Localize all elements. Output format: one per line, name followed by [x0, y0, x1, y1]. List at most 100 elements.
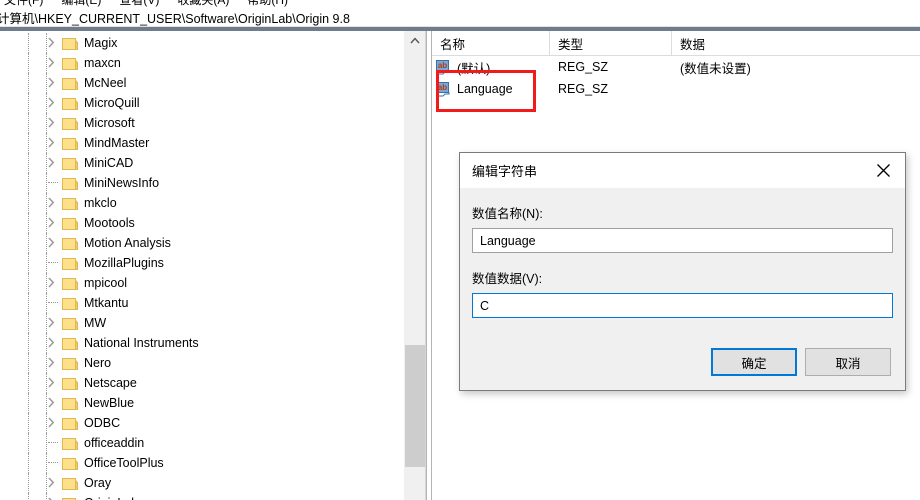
value-name-cell[interactable]: ab Language	[436, 78, 566, 100]
close-icon[interactable]	[861, 153, 905, 188]
tree-item[interactable]: ODBC	[0, 413, 404, 433]
tree-item[interactable]: MicroQuill	[0, 93, 404, 113]
tree-item[interactable]: Mtkantu	[0, 293, 404, 313]
tree-item[interactable]: Motion Analysis	[0, 233, 404, 253]
value-data-cell	[680, 78, 910, 100]
cancel-button[interactable]: 取消	[805, 348, 891, 376]
folder-icon	[62, 436, 78, 450]
tree-item-label: Mootools	[84, 216, 135, 230]
tree-leaf-connector	[48, 262, 58, 263]
tree-item-label: MozillaPlugins	[84, 256, 164, 270]
tree-guide-line	[28, 133, 29, 153]
menu-item-0[interactable]: 文件(F)	[4, 0, 43, 8]
tree-item-label: MindMaster	[84, 136, 150, 150]
folder-icon	[62, 76, 78, 90]
chevron-right-icon[interactable]	[48, 237, 60, 249]
folder-icon	[62, 56, 78, 70]
column-header-type[interactable]: 类型	[550, 31, 672, 56]
chevron-right-icon[interactable]	[48, 137, 60, 149]
menu-item-3[interactable]: 收藏夹(A)	[177, 0, 229, 8]
tree-guide-line	[46, 93, 47, 113]
folder-icon	[62, 456, 78, 470]
registry-key-tree[interactable]: Magix maxcn McNeel MicroQuill Microsoft MindM…	[0, 31, 404, 500]
tree-item-label: Mtkantu	[84, 296, 129, 310]
folder-icon	[62, 476, 78, 490]
tree-item[interactable]: McNeel	[0, 73, 404, 93]
tree-item[interactable]: Magix	[0, 33, 404, 53]
column-header-data[interactable]: 数据	[672, 31, 920, 56]
ok-button[interactable]: 确定	[711, 348, 797, 376]
chevron-right-icon[interactable]	[48, 397, 60, 409]
tree-guide-line	[46, 273, 47, 293]
tree-item[interactable]: OriginLab	[0, 493, 404, 500]
dialog-footer: 确定 取消	[460, 348, 905, 376]
tree-item[interactable]: mkclo	[0, 193, 404, 213]
chevron-right-icon[interactable]	[48, 57, 60, 69]
tree-guide-line	[28, 193, 29, 213]
value-data-input[interactable]: C	[472, 293, 893, 318]
value-row[interactable]: ab Language REG_SZ	[432, 78, 920, 100]
chevron-right-icon[interactable]	[48, 337, 60, 349]
tree-vertical-scrollbar[interactable]	[404, 31, 426, 500]
tree-item[interactable]: National Instruments	[0, 333, 404, 353]
chevron-right-icon[interactable]	[48, 277, 60, 289]
tree-item[interactable]: MiniNewsInfo	[0, 173, 404, 193]
chevron-right-icon[interactable]	[48, 37, 60, 49]
tree-item[interactable]: Mootools	[0, 213, 404, 233]
tree-item[interactable]: Oray	[0, 473, 404, 493]
tree-item-label: MW	[84, 316, 107, 330]
folder-icon	[62, 36, 78, 50]
chevron-right-icon[interactable]	[48, 197, 60, 209]
column-header-name[interactable]: 名称	[432, 31, 550, 56]
chevron-right-icon[interactable]	[48, 77, 60, 89]
value-name-text: (默认)	[457, 61, 491, 76]
folder-icon	[62, 136, 78, 150]
menu-item-2[interactable]: 查看(V)	[119, 0, 159, 8]
chevron-right-icon[interactable]	[48, 357, 60, 369]
tree-item[interactable]: MW	[0, 313, 404, 333]
chevron-right-icon[interactable]	[48, 97, 60, 109]
value-row[interactable]: ab (默认) REG_SZ (数值未设置)	[432, 56, 920, 78]
menu-item-4[interactable]: 帮助(H)	[247, 0, 288, 8]
tree-item-label: MicroQuill	[84, 96, 140, 110]
tree-item[interactable]: maxcn	[0, 53, 404, 73]
tree-guide-line	[28, 53, 29, 73]
tree-item[interactable]: Nero	[0, 353, 404, 373]
tree-guide-line	[46, 433, 47, 453]
folder-icon	[62, 376, 78, 390]
tree-item-label: MiniCAD	[84, 156, 134, 170]
tree-guide-line	[28, 453, 29, 473]
tree-item[interactable]: officeaddin	[0, 433, 404, 453]
tree-item[interactable]: Netscape	[0, 373, 404, 393]
folder-icon	[62, 336, 78, 350]
tree-item[interactable]: MindMaster	[0, 133, 404, 153]
value-name-cell[interactable]: ab (默认)	[436, 56, 566, 78]
folder-icon	[62, 396, 78, 410]
folder-icon	[62, 196, 78, 210]
tree-item-label: mkclo	[84, 196, 117, 210]
value-name-input[interactable]: Language	[472, 228, 893, 253]
tree-item[interactable]: MozillaPlugins	[0, 253, 404, 273]
chevron-right-icon[interactable]	[48, 317, 60, 329]
tree-guide-line	[28, 253, 29, 273]
scrollbar-thumb[interactable]	[405, 345, 425, 467]
dialog-body: 数值名称(N): Language 数值数据(V): C	[460, 203, 905, 318]
chevron-right-icon[interactable]	[48, 157, 60, 169]
address-bar[interactable]: 计算机\HKEY_CURRENT_USER\Software\OriginLab…	[0, 8, 920, 27]
chevron-right-icon[interactable]	[48, 217, 60, 229]
tree-guide-line	[28, 233, 29, 253]
tree-item[interactable]: Microsoft	[0, 113, 404, 133]
chevron-right-icon[interactable]	[48, 377, 60, 389]
menu-bar: 文件(F) 编辑(E) 查看(V) 收藏夹(A) 帮助(H)	[0, 0, 920, 8]
scroll-up-icon[interactable]	[404, 31, 426, 49]
chevron-right-icon[interactable]	[48, 417, 60, 429]
dialog-title: 编辑字符串	[472, 164, 538, 179]
tree-item[interactable]: OfficeToolPlus	[0, 453, 404, 473]
chevron-right-icon[interactable]	[48, 117, 60, 129]
tree-leaf-connector	[48, 302, 58, 303]
menu-item-1[interactable]: 编辑(E)	[61, 0, 101, 8]
tree-item[interactable]: mpicool	[0, 273, 404, 293]
tree-item[interactable]: NewBlue	[0, 393, 404, 413]
tree-item[interactable]: MiniCAD	[0, 153, 404, 173]
chevron-right-icon[interactable]	[48, 477, 60, 489]
